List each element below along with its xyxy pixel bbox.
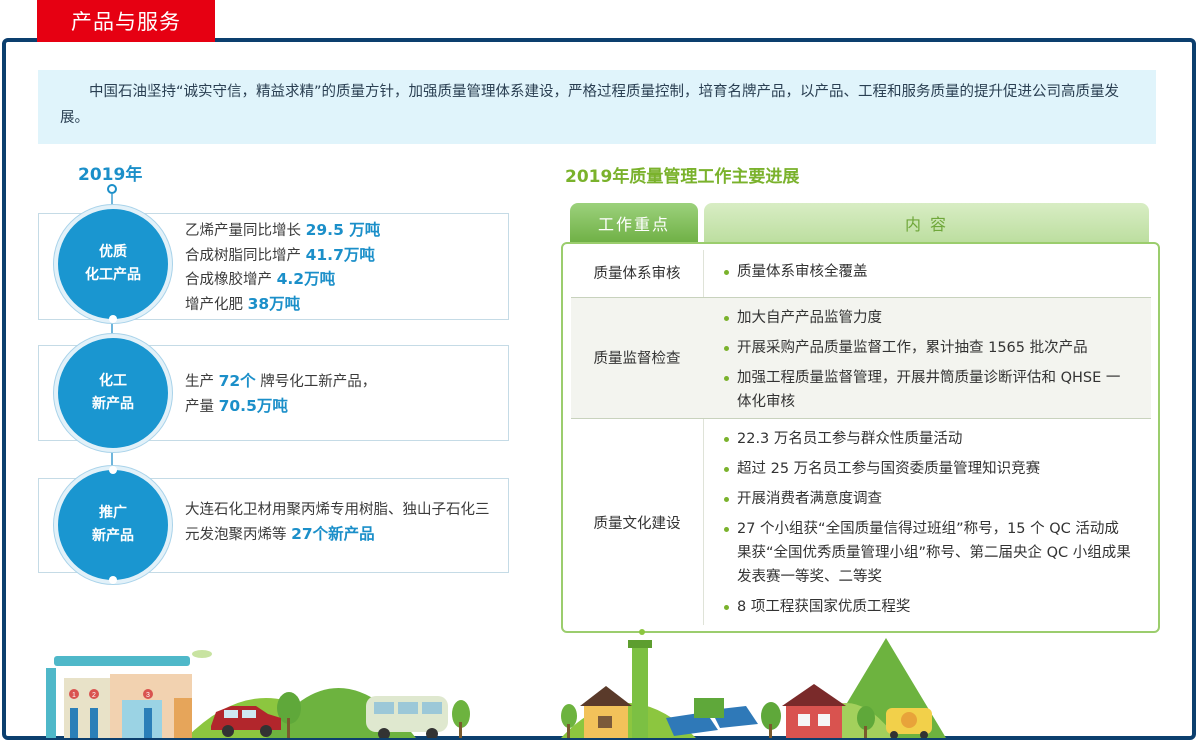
pump-number: 3: [146, 692, 150, 699]
year-label: 2019年: [78, 165, 143, 185]
table-row: 质量文化建设 22.3 万名员工参与群众性质量活动 超过 25 万名员工参与国资…: [571, 419, 1151, 629]
category-label: 新产品: [92, 396, 134, 412]
category-label: 优质: [99, 244, 127, 260]
section-title: 2019年质量管理工作主要进展: [565, 167, 800, 187]
stat-text: 生产 72个 牌号化工新产品， 产量 70.5万吨: [185, 370, 376, 419]
list-item: 质量体系审核全覆盖: [723, 260, 1133, 284]
stat-value: 38万吨: [247, 294, 301, 313]
column-header-content: 内 容: [704, 203, 1149, 243]
stat-line-label: 大连石化卫材用聚丙烯专用树脂、独山子石化三: [185, 502, 490, 518]
pump-number: 2: [92, 692, 96, 699]
row-items: 质量体系审核全覆盖: [723, 260, 1133, 290]
list-item: 8 项工程获国家优质工程奖: [723, 595, 1133, 619]
category-label: 化工: [99, 373, 127, 389]
timeline-pin-icon: [107, 184, 117, 194]
stat-line-label: 乙烯产量同比增长: [185, 223, 306, 239]
category-circle: 推广 新产品: [54, 466, 172, 584]
stat-line-label: 增产化肥: [185, 296, 248, 313]
list-item: 开展消费者满意度调查: [723, 487, 1133, 511]
row-items: 22.3 万名员工参与群众性质量活动 超过 25 万名员工参与国资委质量管理知识…: [723, 427, 1133, 625]
stat-line-label: 合成树脂同比增产: [185, 247, 306, 264]
stat-value: 29.5 万吨: [305, 221, 381, 239]
list-item: 22.3 万名员工参与群众性质量活动: [723, 427, 1133, 451]
stat-text: 大连石化卫材用聚丙烯专用树脂、独山子石化三 元发泡聚丙烯等 27个新产品: [185, 499, 490, 547]
table-row: 质量体系审核 质量体系审核全覆盖: [571, 250, 1151, 296]
stat-line-label: 元发泡聚丙烯等: [185, 526, 292, 543]
table-row: 质量监督检查 加大自产产品监管力度 开展采购产品质量监督工作，累计抽查 1565…: [571, 298, 1151, 418]
stat-value: 41.7万吨: [305, 245, 375, 264]
row-items: 加大自产产品监管力度 开展采购产品质量监督工作，累计抽查 1565 批次产品 加…: [723, 306, 1133, 420]
progress-table: 质量体系审核 质量体系审核全覆盖 质量监督检查 加大自产产品监管力度 开展采购产…: [561, 242, 1160, 633]
row-name: 质量文化建设: [593, 516, 681, 532]
list-item: 加强工程质量监督管理，开展井筒质量诊断评估和 QHSE 一体化审核: [723, 366, 1133, 414]
gas-station-icon: 1 2 3: [46, 650, 212, 738]
category-label: 化工产品: [85, 267, 141, 283]
stat-value: 4.2万吨: [276, 270, 336, 288]
connector-dot: [109, 315, 117, 323]
stat-line-label: 生产: [185, 374, 219, 390]
row-name: 质量体系审核: [593, 266, 681, 282]
stat-text: 乙烯产量同比增长 29.5 万吨 合成树脂同比增产 41.7万吨 合成橡胶增产 …: [185, 219, 380, 317]
van-icon: [366, 696, 448, 738]
intro-paragraph: 中国石油坚持“诚实守信，精益求精”的质量方针，加强质量管理体系建设，严格过程质量…: [38, 70, 1156, 144]
connector-dot: [109, 466, 117, 474]
page-title: 产品与服务: [37, 0, 215, 42]
category-label: 推广: [99, 505, 127, 521]
category-circle: 化工 新产品: [54, 334, 172, 452]
row-name: 质量监督检查: [593, 351, 681, 367]
solar-panel-icon: [666, 698, 758, 736]
pump-number: 1: [72, 692, 76, 699]
list-item: 开展采购产品质量监督工作，累计抽查 1565 批次产品: [723, 336, 1133, 360]
list-item: 27 个小组获“全国质量信得过班组”称号，15 个 QC 活动成果获“全国优秀质…: [723, 517, 1133, 589]
list-item: 加大自产产品监管力度: [723, 306, 1133, 330]
connector-dot: [109, 576, 117, 584]
decorative-scenery: 1 2 3: [46, 629, 946, 738]
stat-value: 27个新产品: [291, 524, 375, 543]
stat-line-label: 合成橡胶增产: [185, 272, 277, 288]
column-header-focus: 工作重点: [570, 203, 698, 243]
stat-line-suffix: 牌号化工新产品，: [255, 374, 377, 390]
stat-value: 70.5万吨: [218, 396, 288, 415]
category-circle: 优质 化工产品: [54, 205, 172, 323]
stat-value: 72个: [218, 372, 256, 390]
list-item: 超过 25 万名员工参与国资委质量管理知识竞赛: [723, 457, 1133, 481]
truck-icon: [886, 708, 932, 738]
category-label: 新产品: [92, 528, 134, 544]
stat-line-label: 产量: [185, 398, 219, 415]
